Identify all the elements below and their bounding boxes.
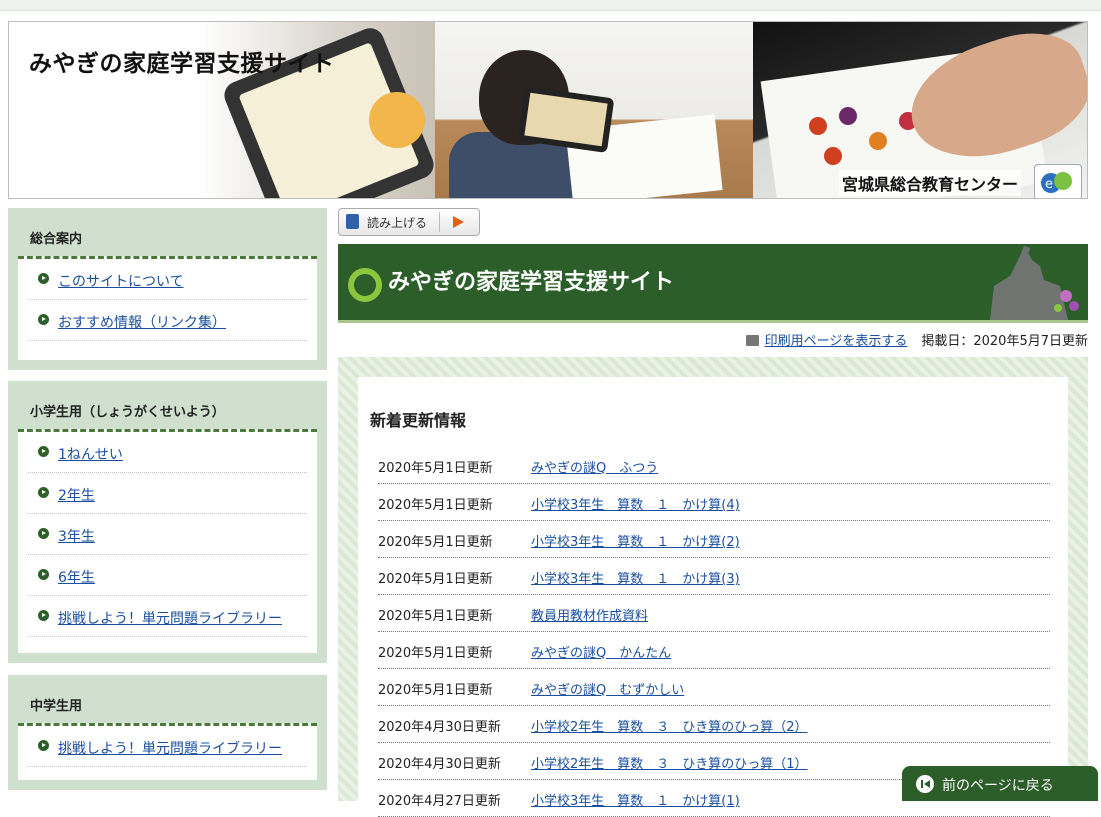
sidebar-general: 総合案内 このサイトについて おすすめ情報（リンク集） — [8, 208, 327, 370]
arrow-bullet-icon — [38, 487, 49, 498]
news-row: 2020年5月1日更新 みやぎの謎Q むずかしい — [378, 669, 1050, 706]
news-date: 2020年5月1日更新 — [378, 609, 493, 624]
news-link[interactable]: みやぎの謎Q かんたん — [531, 642, 671, 661]
speaker-icon — [346, 214, 359, 229]
read-aloud-label: 読み上げる — [367, 216, 428, 230]
sidebar-heading-junior-high: 中学生用 — [30, 699, 83, 714]
back-arrow-icon — [916, 775, 934, 793]
sidebar-link-about[interactable]: このサイトについて — [58, 271, 184, 291]
sidebar-item-junior-library[interactable]: 挑戦しよう！単元問題ライブラリー — [28, 726, 307, 767]
news-date: 2020年5月1日更新 — [378, 535, 493, 550]
sidebar-item-recommended[interactable]: おすすめ情報（リンク集） — [28, 300, 307, 341]
sidebar-elementary: 小学生用（しょうがくせいよう） 1ねんせい 2年生 3年生 6年生 挑戦しよう！… — [8, 381, 327, 663]
news-link[interactable]: 小学校3年生 算数 １ かけ算(3) — [531, 568, 740, 587]
arrow-bullet-icon — [38, 528, 49, 539]
news-date: 2020年4月30日更新 — [378, 720, 501, 735]
sidebar-item-about[interactable]: このサイトについて — [28, 259, 307, 300]
browser-top-strip — [0, 0, 1101, 11]
arrow-bullet-icon — [38, 446, 49, 457]
arrow-bullet-icon — [38, 273, 49, 284]
back-to-previous-button[interactable]: 前のページに戻る — [902, 766, 1098, 801]
sidebar-item-grade3[interactable]: 3年生 — [28, 514, 307, 555]
page-meta: 印刷用ページを表示する 掲載日：2020年5月7日更新 — [338, 330, 1088, 350]
news-date: 2020年4月30日更新 — [378, 757, 501, 772]
arrow-bullet-icon — [38, 569, 49, 580]
news-date: 2020年4月27日更新 — [378, 794, 501, 809]
news-date: 2020年5月1日更新 — [378, 461, 493, 476]
circle-icon — [348, 268, 382, 302]
news-section: 新着更新情報 2020年5月1日更新 みやぎの謎Q ふつう 2020年5月1日更新… — [338, 357, 1088, 817]
news-link[interactable]: みやぎの謎Q ふつう — [531, 457, 658, 476]
news-link[interactable]: みやぎの謎Q むずかしい — [531, 679, 684, 698]
news-date: 2020年5月1日更新 — [378, 572, 493, 587]
sidebar-link-junior-library[interactable]: 挑戦しよう！単元問題ライブラリー — [58, 738, 282, 758]
arrow-bullet-icon — [38, 314, 49, 325]
back-button-label: 前のページに戻る — [942, 778, 1054, 794]
banner-title: みやぎの家庭学習支援サイト — [29, 51, 335, 77]
print-page-link[interactable]: 印刷用ページを表示する — [765, 334, 908, 349]
site-banner: みやぎの家庭学習支援サイト 宮城県総合教育センター e — [8, 21, 1088, 199]
news-row: 2020年5月1日更新 教員用教材作成資料 — [378, 595, 1050, 632]
sidebar-item-elementary-library[interactable]: 挑戦しよう！単元問題ライブラリー — [28, 596, 307, 637]
svg-text:e: e — [1045, 177, 1053, 192]
news-link[interactable]: 小学校3年生 算数 １ かけ算(1) — [531, 790, 740, 809]
sidebar-item-grade1[interactable]: 1ねんせい — [28, 432, 307, 473]
news-link[interactable]: 小学校2年生 算数 ３ ひき算のひっ算（1） — [531, 753, 808, 772]
news-link[interactable]: 小学校2年生 算数 ３ ひき算のひっ算（2） — [531, 716, 808, 735]
sidebar-item-grade6[interactable]: 6年生 — [28, 555, 307, 596]
sidebar-link-grade6[interactable]: 6年生 — [58, 567, 95, 587]
posted-date: 掲載日：2020年5月7日更新 — [921, 334, 1088, 349]
sidebar-link-grade3[interactable]: 3年生 — [58, 526, 95, 546]
printer-icon — [745, 335, 759, 346]
sidebar-item-grade2[interactable]: 2年生 — [28, 473, 307, 514]
arrow-bullet-icon — [38, 610, 49, 621]
news-row: 2020年5月1日更新 みやぎの謎Q ふつう — [378, 447, 1050, 484]
education-center-name: 宮城県総合教育センター — [839, 170, 1022, 196]
news-date: 2020年5月1日更新 — [378, 646, 493, 661]
sidebar-link-grade2[interactable]: 2年生 — [58, 485, 95, 505]
sidebar-link-recommended[interactable]: おすすめ情報（リンク集） — [58, 312, 226, 332]
news-row: 2020年5月1日更新 みやぎの謎Q かんたん — [378, 632, 1050, 669]
read-aloud-button[interactable]: 読み上げる — [338, 208, 480, 236]
statue-silhouette-icon — [990, 246, 1079, 320]
news-list: 2020年5月1日更新 みやぎの謎Q ふつう 2020年5月1日更新 小学校3年生 … — [378, 447, 1050, 817]
banner-number-graphic — [369, 92, 425, 148]
news-link[interactable]: 小学校3年生 算数 １ かけ算(2) — [531, 531, 740, 550]
news-link[interactable]: 教員用教材作成資料 — [531, 605, 648, 624]
news-row: 2020年5月1日更新 小学校3年生 算数 １ かけ算(2) — [378, 521, 1050, 558]
page-title-bar: みやぎの家庭学習支援サイト — [338, 244, 1088, 323]
news-row: 2020年5月1日更新 小学校3年生 算数 １ かけ算(4) — [378, 484, 1050, 521]
sidebar-heading-general: 総合案内 — [30, 232, 83, 247]
news-date: 2020年5月1日更新 — [378, 498, 493, 513]
news-title: 新着更新情報 — [370, 411, 467, 430]
news-link[interactable]: 小学校3年生 算数 １ かけ算(4) — [531, 494, 740, 513]
arrow-bullet-icon — [38, 740, 49, 751]
play-icon[interactable] — [453, 216, 464, 228]
sidebar-link-grade1[interactable]: 1ねんせい — [58, 444, 123, 464]
page-title: みやぎの家庭学習支援サイト — [388, 270, 675, 295]
news-row: 2020年4月30日更新 小学校2年生 算数 ３ ひき算のひっ算（2） — [378, 706, 1050, 743]
sidebar-link-elementary-library[interactable]: 挑戦しよう！単元問題ライブラリー — [58, 608, 282, 628]
education-center-logo: e — [1034, 164, 1082, 198]
sidebar-junior-high: 中学生用 挑戦しよう！単元問題ライブラリー — [8, 675, 327, 790]
news-row: 2020年5月1日更新 小学校3年生 算数 １ かけ算(3) — [378, 558, 1050, 595]
sidebar-heading-elementary: 小学生用（しょうがくせいよう） — [30, 405, 225, 420]
news-panel: 新着更新情報 2020年5月1日更新 みやぎの謎Q ふつう 2020年5月1日更新… — [358, 377, 1068, 817]
news-date: 2020年5月1日更新 — [378, 683, 493, 698]
